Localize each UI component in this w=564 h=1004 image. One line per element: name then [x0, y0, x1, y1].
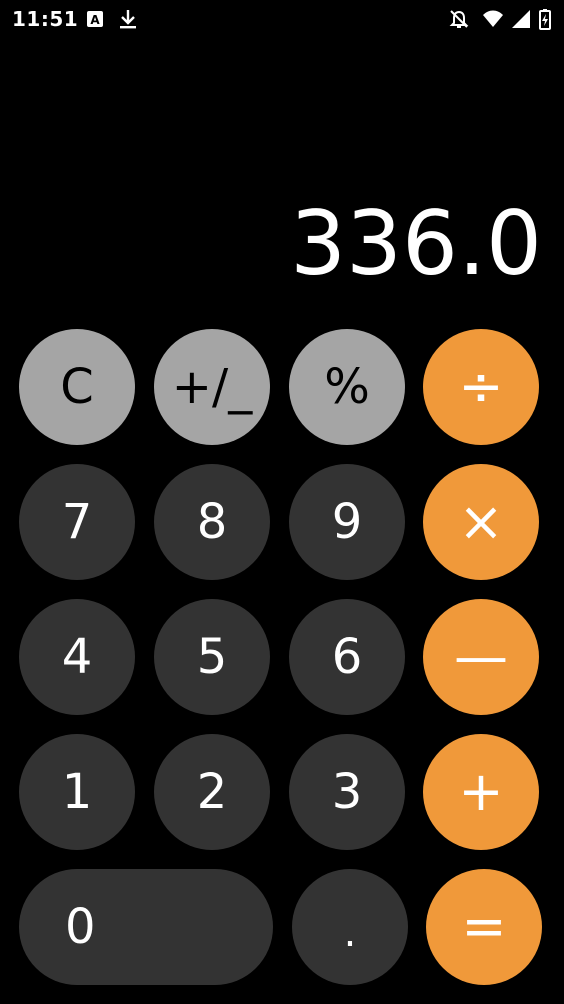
decimal-point-button[interactable]: . [292, 869, 408, 985]
digit-9-button[interactable]: 9 [289, 464, 405, 580]
digit-8-label: 8 [196, 494, 228, 550]
clear-button[interactable]: C [19, 329, 135, 445]
status-bar: 11:51 A [0, 0, 564, 40]
toggle-sign-button[interactable]: +/_ [154, 329, 270, 445]
digit-2-label: 2 [196, 764, 228, 820]
clear-button-label: C [60, 359, 94, 415]
download-icon [117, 8, 139, 30]
battery-charging-icon [538, 8, 552, 30]
subtract-button[interactable]: — [423, 599, 539, 715]
digit-3-label: 3 [331, 764, 363, 820]
digit-4-label: 4 [61, 629, 93, 685]
divide-icon: ÷ [458, 355, 504, 418]
result-display: 336.0 [290, 192, 542, 295]
multiply-icon: × [458, 490, 504, 553]
equals-icon: = [461, 895, 507, 958]
minus-icon: — [454, 625, 508, 688]
toggle-sign-button-label: +/_ [171, 359, 253, 415]
svg-text:A: A [90, 13, 100, 27]
divide-button[interactable]: ÷ [423, 329, 539, 445]
digit-9-label: 9 [331, 494, 363, 550]
digit-0-button[interactable]: 0 [19, 869, 273, 985]
plus-icon: + [458, 760, 504, 823]
digit-7-button[interactable]: 7 [19, 464, 135, 580]
digit-8-button[interactable]: 8 [154, 464, 270, 580]
status-time: 11:51 [12, 7, 79, 31]
cellular-signal-icon [510, 8, 532, 30]
notifications-off-icon [448, 8, 470, 30]
add-button[interactable]: + [423, 734, 539, 850]
wifi-icon [482, 8, 504, 30]
digit-0-label: 0 [65, 899, 96, 955]
decimal-point-label: . [343, 910, 357, 956]
percent-button-label: % [324, 359, 370, 415]
digit-3-button[interactable]: 3 [289, 734, 405, 850]
digit-1-label: 1 [61, 764, 93, 820]
digit-2-button[interactable]: 2 [154, 734, 270, 850]
percent-button[interactable]: % [289, 329, 405, 445]
multiply-button[interactable]: × [423, 464, 539, 580]
digit-5-label: 5 [196, 629, 228, 685]
equals-button[interactable]: = [426, 869, 542, 985]
digit-1-button[interactable]: 1 [19, 734, 135, 850]
digit-4-button[interactable]: 4 [19, 599, 135, 715]
digit-7-label: 7 [61, 494, 93, 550]
font-app-icon: A [84, 8, 106, 30]
digit-6-button[interactable]: 6 [289, 599, 405, 715]
digit-6-label: 6 [331, 629, 363, 685]
digit-5-button[interactable]: 5 [154, 599, 270, 715]
